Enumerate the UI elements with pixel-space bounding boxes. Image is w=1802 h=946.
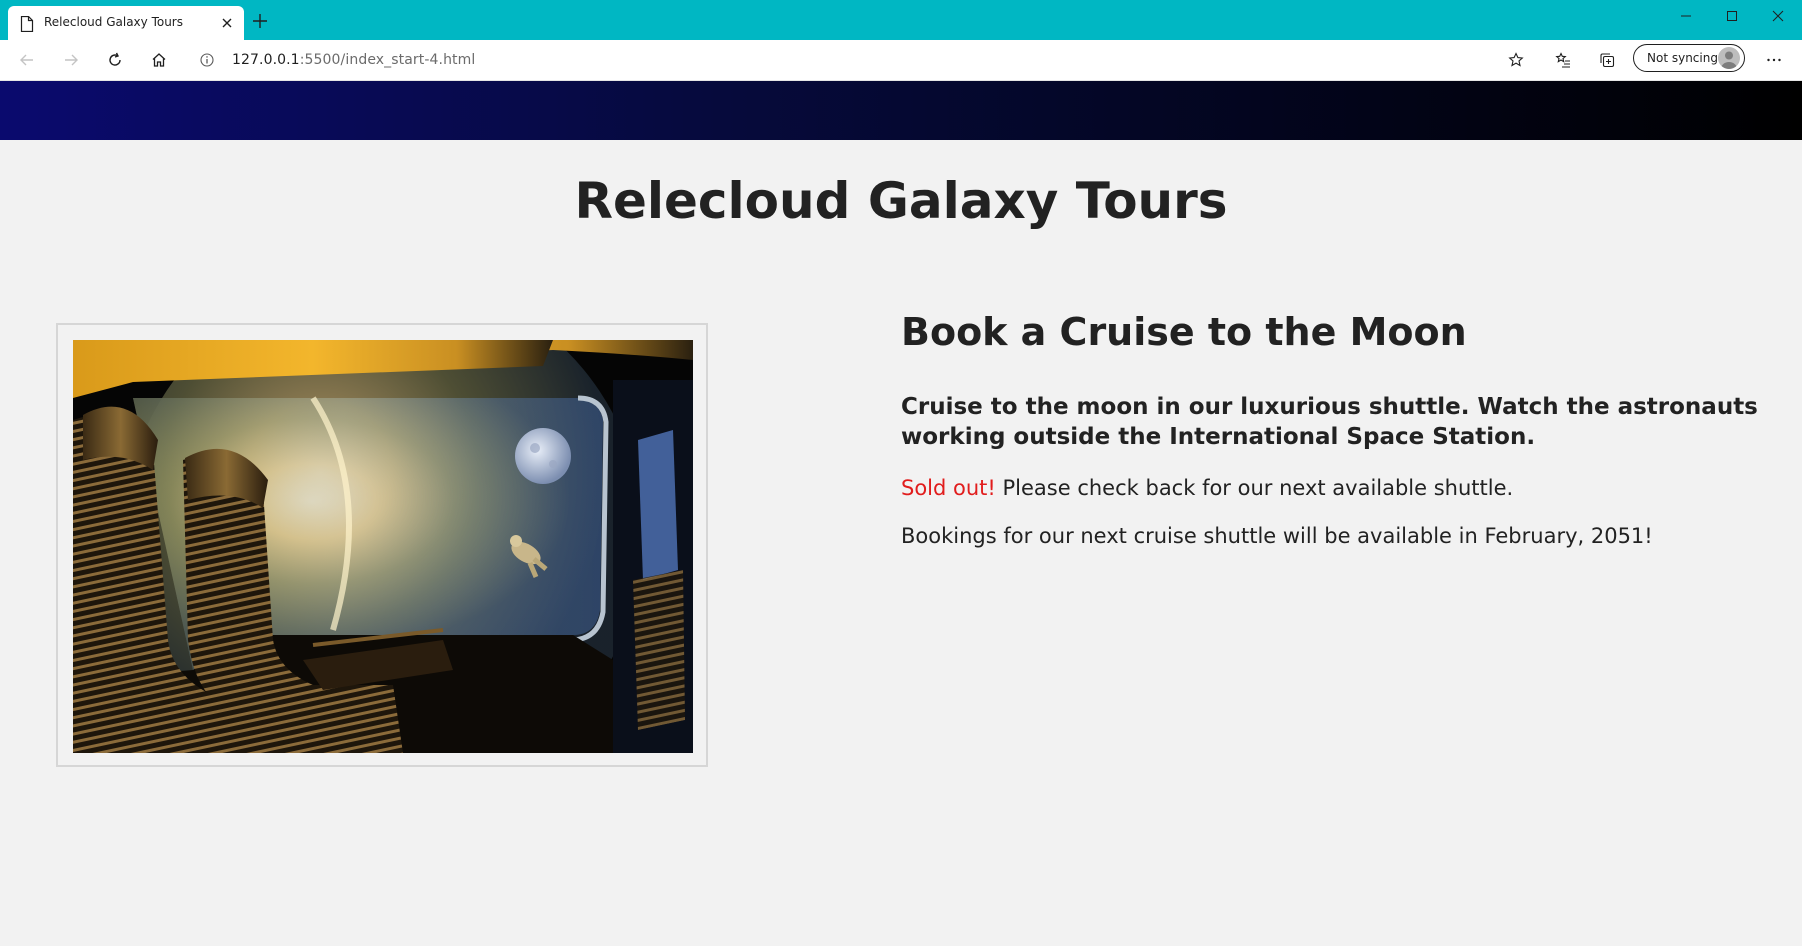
- close-icon[interactable]: [220, 16, 234, 30]
- close-window-icon: [1772, 10, 1784, 22]
- back-button[interactable]: [15, 48, 39, 72]
- profile-sync-button[interactable]: Not syncing: [1633, 44, 1745, 72]
- maximize-icon: [1727, 11, 1737, 21]
- collections-icon: [1600, 53, 1615, 68]
- home-icon: [152, 53, 166, 67]
- sync-label: Not syncing: [1647, 51, 1718, 65]
- refresh-icon: [109, 52, 121, 66]
- cruise-content: Book a Cruise to the Moon Cruise to the …: [901, 310, 1761, 550]
- refresh-button[interactable]: [103, 48, 127, 72]
- site-title: Relecloud Galaxy Tours: [574, 172, 1228, 230]
- home-button[interactable]: [147, 48, 171, 72]
- star-icon[interactable]: [1508, 52, 1524, 68]
- cruise-subheading: Cruise to the moon in our luxurious shut…: [901, 393, 1758, 450]
- favorites-list-icon: [1555, 52, 1570, 68]
- next-booking-text: Bookings for our next cruise shuttle wil…: [901, 523, 1653, 548]
- back-arrow-icon: [20, 54, 33, 66]
- more-icon: [1767, 58, 1781, 62]
- forward-button[interactable]: [59, 48, 83, 72]
- photo-frame: [56, 323, 708, 767]
- info-icon[interactable]: [200, 53, 214, 67]
- maximize-button[interactable]: [1709, 0, 1755, 30]
- page-icon: [20, 16, 34, 32]
- shuttle-cabin-illustration: [73, 340, 693, 753]
- cruise-heading: Book a Cruise to the Moon: [901, 310, 1467, 354]
- person-icon: [1721, 51, 1737, 69]
- minimize-button[interactable]: [1663, 0, 1709, 30]
- plus-icon[interactable]: [252, 13, 268, 29]
- browser-tab[interactable]: Relecloud Galaxy Tours: [8, 6, 244, 40]
- more-button[interactable]: [1762, 48, 1786, 72]
- browser-toolbar: 127.0.0.1:5500/index_start-4.html Not sy…: [0, 40, 1802, 81]
- url-host: 127.0.0.1: [232, 52, 300, 68]
- forward-arrow-icon: [65, 54, 78, 66]
- availability-text: Sold out! Please check back for our next…: [901, 474, 1761, 502]
- url-text[interactable]: 127.0.0.1:5500/index_start-4.html: [232, 52, 475, 68]
- sold-out-label: Sold out!: [901, 475, 996, 500]
- close-window-button[interactable]: [1755, 0, 1801, 30]
- availability-message: Please check back for our next available…: [995, 475, 1514, 500]
- favorites-button[interactable]: [1551, 48, 1575, 72]
- address-bar[interactable]: 127.0.0.1:5500/index_start-4.html: [188, 45, 1534, 75]
- tab-title: Relecloud Galaxy Tours: [44, 15, 183, 29]
- collections-button[interactable]: [1595, 48, 1619, 72]
- avatar: [1718, 47, 1740, 69]
- minimize-icon: [1681, 15, 1691, 17]
- header-band: [0, 81, 1802, 140]
- shuttle-window-image: [73, 340, 693, 753]
- url-path: :5500/index_start-4.html: [299, 52, 476, 68]
- browser-titlebar: Relecloud Galaxy Tours: [0, 0, 1802, 40]
